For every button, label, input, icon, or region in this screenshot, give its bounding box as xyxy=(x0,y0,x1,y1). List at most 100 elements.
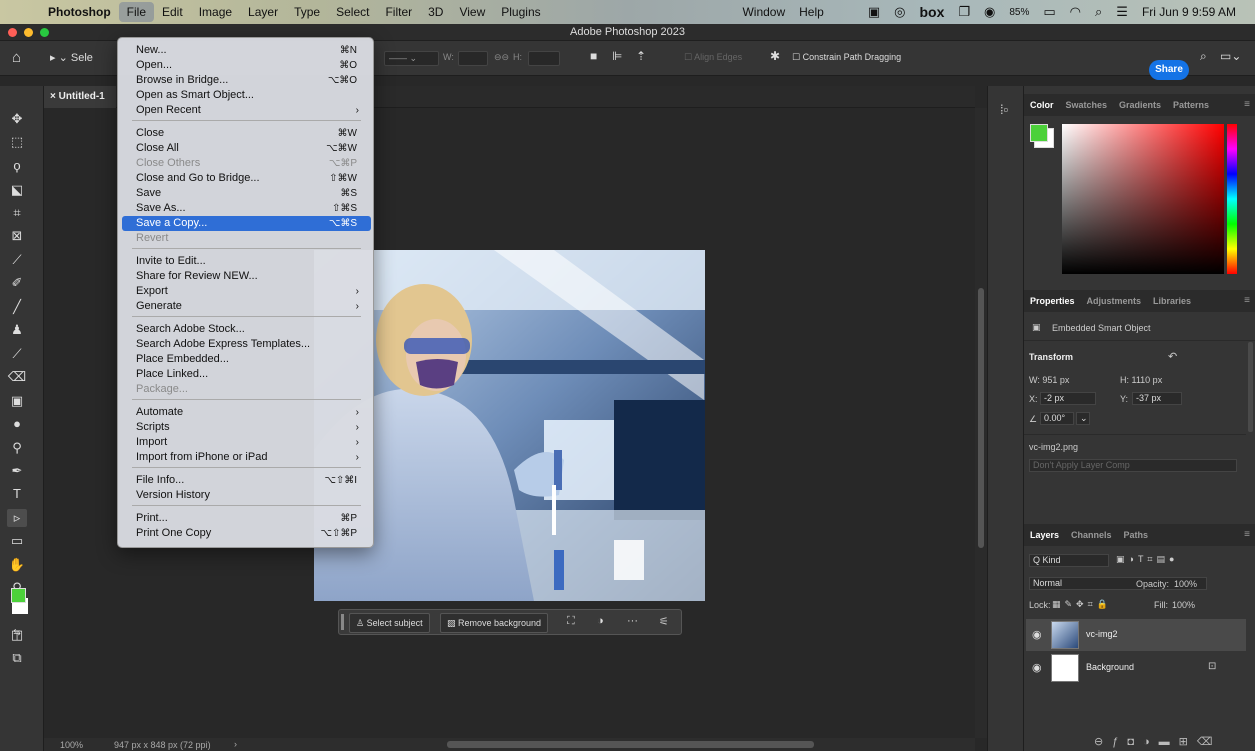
width-input[interactable] xyxy=(458,51,488,66)
layer-filter-icons[interactable]: ▣◑T⌗▤● xyxy=(1116,554,1178,565)
menu-item-scripts[interactable]: Scripts › xyxy=(122,420,371,435)
color-picker-field[interactable] xyxy=(1062,124,1224,274)
link-icon[interactable]: ⊖⊖ xyxy=(494,52,509,63)
menu-help[interactable]: Help xyxy=(792,5,831,19)
frame-tool-icon[interactable]: ⊠ xyxy=(7,227,27,245)
box-app-icon[interactable]: box xyxy=(912,4,951,20)
add-mask-icon[interactable]: ◘ xyxy=(1127,736,1143,748)
stroke-width-select[interactable]: —— ⌄ xyxy=(384,51,439,66)
type-tool-icon[interactable]: T xyxy=(7,485,27,503)
menu-item-file-info[interactable]: File Info... ⌥⇧⌘I xyxy=(122,473,371,488)
layer-row-background[interactable]: ◉ Background ⊡ xyxy=(1026,652,1246,684)
layer-comp-select[interactable]: Don't Apply Layer Comp xyxy=(1029,459,1237,472)
opacity-value[interactable]: 100% xyxy=(1174,579,1197,589)
tab-paths[interactable]: Paths xyxy=(1118,530,1155,540)
control-center-icon[interactable]: ☰ xyxy=(1109,4,1135,20)
adjustment-layer-icon[interactable]: ◑ xyxy=(1143,736,1159,748)
adjustment-icon[interactable]: ◑ xyxy=(597,615,604,627)
menu-edit[interactable]: Edit xyxy=(154,0,191,24)
menu-item-version-history[interactable]: Version History xyxy=(122,488,371,503)
angle-input[interactable]: 0.00° xyxy=(1040,412,1074,425)
menu-item-close[interactable]: Close ⌘W xyxy=(122,126,371,141)
crop-tool-icon[interactable]: ⌗ xyxy=(7,204,27,222)
menu-item-print-one-copy[interactable]: Print One Copy ⌥⇧⌘P xyxy=(122,526,371,541)
menu-item-export[interactable]: Export › xyxy=(122,284,371,299)
new-layer-icon[interactable]: ⊞ xyxy=(1179,736,1197,748)
properties-menu-icon[interactable]: ≡ xyxy=(1244,295,1250,306)
status-chevron-icon[interactable]: › xyxy=(234,739,237,749)
status-app-icon[interactable]: ▣ xyxy=(861,4,887,20)
tab-adjustments[interactable]: Adjustments xyxy=(1081,296,1148,306)
creative-cloud-icon[interactable]: ◎ xyxy=(887,4,912,20)
x-input[interactable]: -2 px xyxy=(1040,392,1096,405)
airdrop-icon[interactable]: ◉ xyxy=(977,4,1002,20)
zoom-level[interactable]: 100% xyxy=(60,740,83,750)
taskbar-drag-handle[interactable] xyxy=(341,614,344,630)
menu-item-import[interactable]: Import › xyxy=(122,435,371,450)
tab-libraries[interactable]: Libraries xyxy=(1147,296,1197,306)
horizontal-scroll-thumb[interactable] xyxy=(447,741,814,748)
clone-stamp-tool-icon[interactable]: ♟ xyxy=(7,321,27,339)
properties-scrollbar[interactable] xyxy=(1248,342,1253,432)
quick-mask-icon[interactable]: ◫ xyxy=(7,626,27,644)
fill-value[interactable]: 100% xyxy=(1172,600,1195,610)
share-button[interactable]: Share xyxy=(1149,60,1189,80)
object-selection-tool-icon[interactable]: ⬕ xyxy=(7,181,27,199)
height-input[interactable] xyxy=(528,51,560,66)
menu-filter[interactable]: Filter xyxy=(377,0,420,24)
home-icon[interactable]: ⌂ xyxy=(12,49,21,66)
remove-background-button[interactable]: ▨ Remove background xyxy=(440,613,549,633)
settings-gear-icon[interactable]: ✱ xyxy=(770,49,780,63)
lasso-tool-icon[interactable]: ϙ xyxy=(7,157,27,175)
tab-layers[interactable]: Layers xyxy=(1024,530,1065,540)
new-group-icon[interactable]: ▬ xyxy=(1159,736,1179,748)
marquee-tool-icon[interactable]: ⬚ xyxy=(7,133,27,151)
angle-dropdown[interactable]: ⌄ xyxy=(1076,412,1090,425)
menu-window[interactable]: Window xyxy=(735,5,792,19)
eyedropper-tool-icon[interactable]: ⟋ xyxy=(7,251,27,269)
menu-item-import-from-iphone-or-ipad[interactable]: Import from iPhone or iPad › xyxy=(122,450,371,465)
menu-image[interactable]: Image xyxy=(191,0,240,24)
hue-slider[interactable] xyxy=(1227,124,1237,274)
taskbar-settings-icon[interactable]: ⚟ xyxy=(659,615,669,628)
history-brush-tool-icon[interactable]: ⟋ xyxy=(7,345,27,363)
menu-item-close-and-go-to-bridge[interactable]: Close and Go to Bridge... ⇧⌘W xyxy=(122,171,371,186)
move-tool-icon[interactable]: ✥ xyxy=(7,110,27,128)
menu-item-print[interactable]: Print... ⌘P xyxy=(122,511,371,526)
tab-patterns[interactable]: Patterns xyxy=(1167,100,1215,110)
visibility-eye-icon[interactable]: ◉ xyxy=(1032,628,1042,641)
tab-color[interactable]: Color xyxy=(1024,100,1060,110)
color-fg-swatch[interactable] xyxy=(1030,124,1048,142)
menu-item-place-linked[interactable]: Place Linked... xyxy=(122,367,371,382)
menu-type[interactable]: Type xyxy=(286,0,328,24)
menu-app-photoshop[interactable]: Photoshop xyxy=(40,0,119,24)
menu-item-search-adobe-express-templates[interactable]: Search Adobe Express Templates... xyxy=(122,337,371,352)
battery-icon[interactable]: ▭ xyxy=(1036,4,1062,20)
menu-item-open-recent[interactable]: Open Recent › xyxy=(122,103,371,118)
menu-clock[interactable]: Fri Jun 9 9:59 AM xyxy=(1135,5,1243,19)
menu-item-invite-to-edit[interactable]: Invite to Edit... xyxy=(122,254,371,269)
path-alignment-icon[interactable]: ⊫ xyxy=(612,49,622,63)
menu-plugins[interactable]: Plugins xyxy=(493,0,548,24)
spotlight-search-icon[interactable]: ⌕ xyxy=(1088,4,1109,20)
foreground-color-swatch[interactable] xyxy=(11,588,26,603)
history-panel-icon[interactable]: ⁞▫ xyxy=(1000,102,1008,117)
search-icon[interactable]: ⌕ xyxy=(1200,49,1207,64)
menu-select[interactable]: Select xyxy=(328,0,377,24)
height-value[interactable]: H: 1110 px xyxy=(1120,375,1162,385)
tool-preset-picker[interactable]: ▸ ⌄ Sele xyxy=(50,51,93,64)
path-operations-icon[interactable]: ■ xyxy=(590,49,597,63)
menu-item-automate[interactable]: Automate › xyxy=(122,405,371,420)
menu-item-save[interactable]: Save ⌘S xyxy=(122,186,371,201)
tab-channels[interactable]: Channels xyxy=(1065,530,1118,540)
align-edges-checkbox[interactable]: ☐ Align Edges xyxy=(684,52,742,63)
screen-mode-icon[interactable]: ⧉ xyxy=(7,649,27,667)
healing-brush-tool-icon[interactable]: ✐ xyxy=(7,274,27,292)
width-value[interactable]: W: 951 px xyxy=(1029,375,1069,385)
path-arrangement-icon[interactable]: ⇡ xyxy=(636,49,646,63)
path-selection-tool-icon[interactable]: ▹ xyxy=(7,509,27,527)
window-icon[interactable]: ❐ xyxy=(951,4,977,20)
menu-item-place-embedded[interactable]: Place Embedded... xyxy=(122,352,371,367)
menu-file[interactable]: File xyxy=(118,2,154,22)
menu-layer[interactable]: Layer xyxy=(240,0,286,24)
